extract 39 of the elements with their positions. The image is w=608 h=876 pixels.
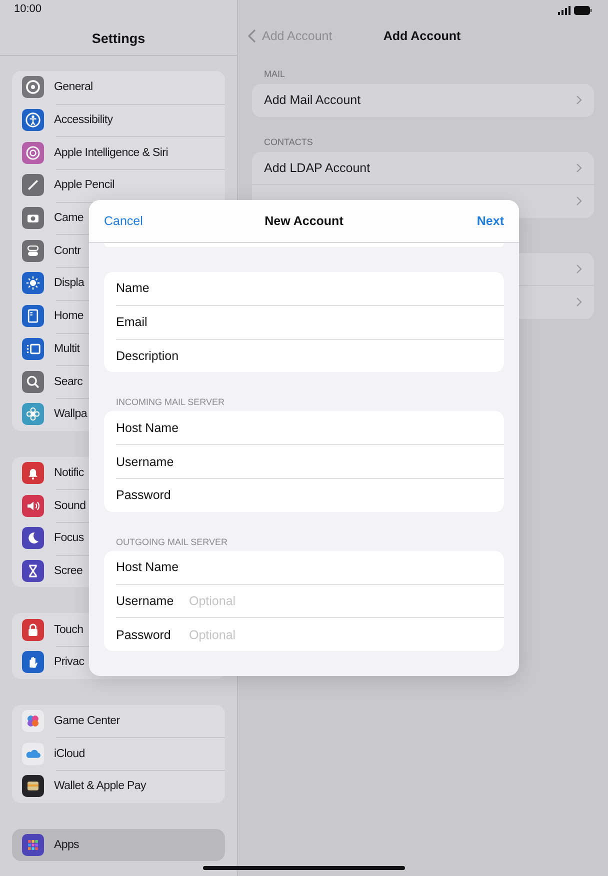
field-label: Host Name	[116, 420, 180, 435]
sidebar-item-label: Accessibility	[54, 114, 113, 126]
sidebar-item-label: Searc	[54, 376, 83, 388]
field-label: Username	[116, 454, 175, 469]
section-header: MAIL	[264, 69, 286, 79]
sidebar-item-label: Focus	[54, 532, 84, 544]
sidebar-item-label: Came	[54, 212, 84, 224]
sidebar-item-label: Apple Intelligence & Siri	[54, 146, 168, 159]
sidebar-title: Settings	[92, 30, 146, 46]
sidebar-item-label: Notific	[54, 466, 84, 479]
status-time: 10:00	[14, 3, 42, 15]
sidebar-item-label: Scree	[54, 564, 83, 577]
field-label: Username	[116, 594, 175, 608]
sidebar-item-label: Multit	[54, 342, 80, 355]
field-label: Host Name	[116, 560, 180, 574]
sidebar-item-label: Wallpa	[54, 408, 87, 420]
section-header: INCOMING MAIL SERVER	[116, 397, 225, 408]
sidebar-item-label: Sound	[54, 500, 86, 512]
sidebar-item-label: Home	[54, 310, 84, 322]
field-label: Name	[116, 281, 150, 296]
sidebar-item-label: Contr	[54, 244, 81, 257]
sidebar-item-label: General	[54, 81, 93, 94]
sidebar-item-label: Game Center	[54, 715, 120, 728]
sidebar-item-label: Apps	[54, 839, 80, 852]
field-label: Password	[116, 488, 172, 502]
sidebar-item-label: Apple Pencil	[54, 179, 114, 192]
sidebar-item-label: Wallet & Apple Pay	[54, 780, 146, 792]
sidebar-item-label: Privac	[54, 656, 84, 668]
section-header: OUTGOING MAIL SERVER	[116, 536, 228, 547]
sidebar-item-label: Displa	[54, 277, 84, 290]
section-header: CONTACTS	[264, 136, 313, 146]
page-title: Add Account	[383, 29, 461, 43]
field-label: Description	[116, 348, 180, 363]
back-label: Add Account	[262, 29, 332, 43]
dialog-title: New Account	[264, 214, 344, 228]
sidebar-item-label: Touch	[54, 624, 84, 636]
field-label: Email	[116, 315, 148, 330]
field-label: Password	[116, 628, 172, 642]
sidebar-item-label: iCloud	[54, 748, 85, 760]
